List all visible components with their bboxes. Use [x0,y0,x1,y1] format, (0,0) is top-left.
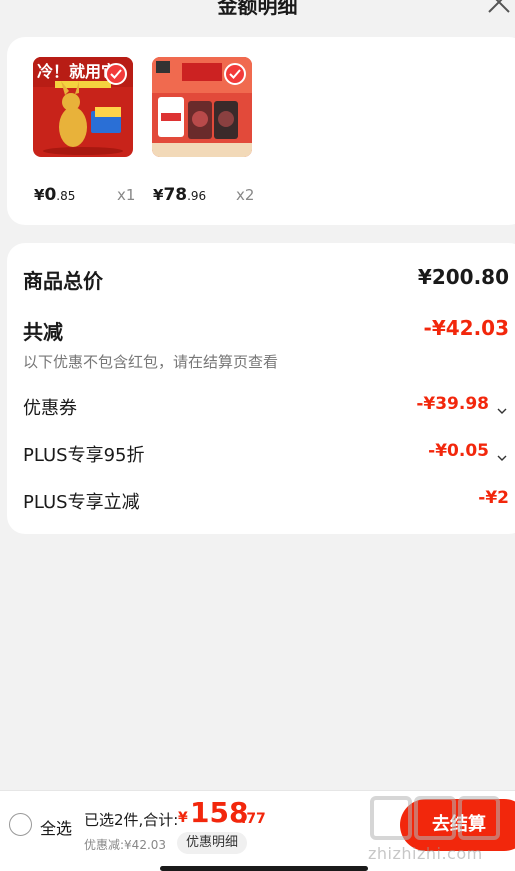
product-price-row: ¥78.96 x2 [152,183,262,205]
product-item[interactable]: 冷！就用它 ¥0.85 x1 [33,57,135,205]
discount-hint-row: 以下优惠不包含红包，请在结算页查看 [23,351,509,371]
product-price: ¥0.85 [34,185,76,205]
chevron-down-icon[interactable] [497,447,507,461]
discount-item-label: PLUS专享95折 [23,445,145,466]
watermark-logo [370,796,500,840]
sum-currency: ¥ [178,810,188,826]
total-label: 商品总价 [23,269,103,293]
discount-item-label: 优惠券 [23,398,77,419]
reduce-row: 共减 -¥42.03 [23,316,509,344]
discount-detail-button[interactable]: 优惠明细 [177,832,247,854]
total-value: ¥200.80 [417,265,509,289]
reduced-amount: 优惠减:¥42.03 [84,838,167,852]
discount-item-value: -¥2 [478,488,509,508]
page-title: 金额明细 [217,0,298,18]
watermark-site: zhizhizhi.com [368,844,483,863]
select-all-radio[interactable] [9,813,32,836]
product-thumbnail[interactable]: 冷！就用它 [33,57,133,157]
discount-item-value: -¥0.05 [428,441,489,461]
product-price-row: ¥0.85 x1 [33,183,143,205]
product-quantity: x1 [117,186,136,204]
discount-item-plus-instant: PLUS专享立减 -¥2 [23,488,509,513]
summary-card: 商品总价 ¥200.80 共减 -¥42.03 以下优惠不包含红包，请在结算页查… [7,243,515,534]
home-indicator [160,866,368,871]
discount-item-plus-95[interactable]: PLUS专享95折 -¥0.05 [23,441,509,466]
selected-summary: 已选2件,合计: [84,811,179,829]
chevron-down-icon[interactable] [497,400,507,414]
watermark: zhizhizhi.com [366,792,506,863]
reduce-value: -¥42.03 [423,316,509,340]
reduce-label: 共减 [23,320,63,344]
sum-decimal: .77 [241,811,266,827]
selected-check-icon[interactable] [105,63,127,85]
select-all-label[interactable]: 全选 [40,815,72,839]
discount-item-label: PLUS专享立减 [23,492,140,513]
discount-item-coupon[interactable]: 优惠券 -¥39.98 [23,394,509,419]
discount-item-value: -¥39.98 [416,394,489,414]
total-row: 商品总价 ¥200.80 [23,265,509,293]
close-icon[interactable] [485,0,513,16]
product-item[interactable]: ¥78.96 x2 [152,57,254,205]
sum-integer: 158 [190,796,249,829]
product-quantity: x2 [236,186,255,204]
selected-check-icon[interactable] [224,63,246,85]
product-thumbnail[interactable] [152,57,252,157]
product-price: ¥78.96 [153,185,207,205]
products-card: 冷！就用它 ¥0.85 x1 ¥78.96 x2 [7,37,515,225]
discount-hint: 以下优惠不包含红包，请在结算页查看 [23,353,279,371]
top-bar: 金额明细 [0,0,515,28]
